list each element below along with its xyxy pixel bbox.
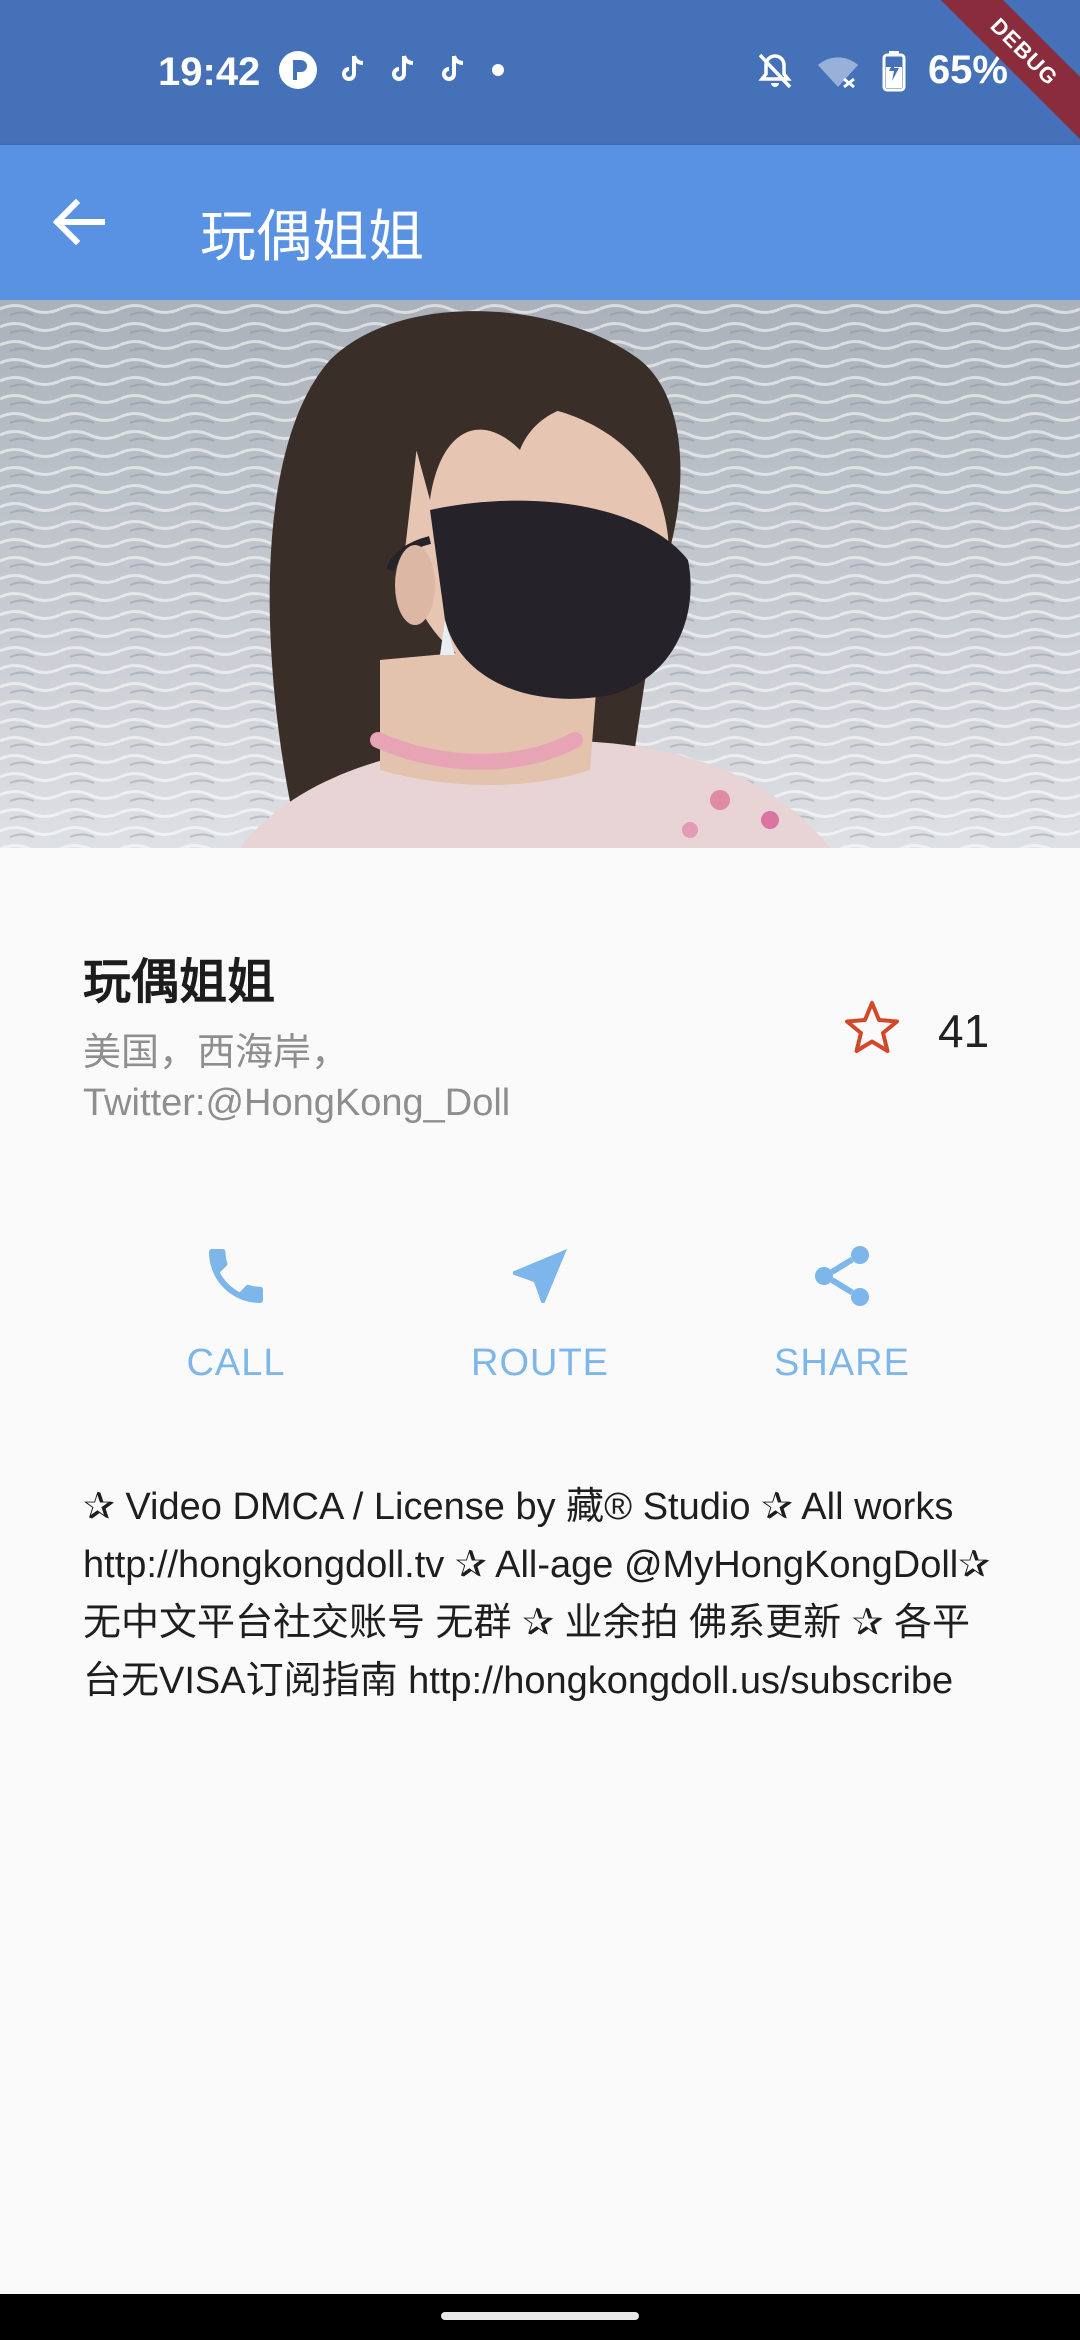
call-button[interactable]: CALL <box>116 1240 356 1385</box>
home-gesture-handle[interactable] <box>441 2312 639 2320</box>
notifications-off-icon <box>758 53 792 88</box>
route-label: ROUTE <box>471 1342 609 1384</box>
favorite-count: 41 <box>938 1005 990 1057</box>
route-button[interactable]: ROUTE <box>420 1240 660 1385</box>
star-outline-icon[interactable] <box>842 998 902 1058</box>
wifi-icon <box>817 56 858 88</box>
tiktok-icon <box>342 55 364 81</box>
page-title: 玩偶姐姐 <box>200 205 424 268</box>
status-time: 19:42 <box>158 50 261 94</box>
share-icon <box>815 1246 869 1306</box>
back-button[interactable] <box>44 187 114 257</box>
status-bar: 19:42 65% DEBUG <box>0 0 1080 153</box>
battery-charging-icon <box>882 50 906 91</box>
notification-icons <box>278 50 506 90</box>
phone-icon <box>209 1249 263 1303</box>
profile-location: 美国，西海岸，Twitter:@HongKong_Doll <box>83 1032 511 1124</box>
dot-icon <box>492 64 504 76</box>
tiktok-icon <box>442 55 464 81</box>
app-bar: 玩偶姐姐 <box>0 145 1080 300</box>
p-app-icon <box>279 51 317 89</box>
tiktok-icon <box>392 55 414 81</box>
profile-description: ✰ Video DMCA / License by 藏® Studio ✰ Al… <box>83 1486 991 1702</box>
system-icons: 65% <box>756 48 1008 93</box>
profile-name: 玩偶姐姐 <box>83 956 276 1009</box>
profile-hero-image <box>0 300 1080 848</box>
system-nav-bar <box>0 2294 1080 2340</box>
share-button[interactable]: SHARE <box>722 1240 962 1385</box>
share-label: SHARE <box>774 1342 910 1384</box>
navigation-icon <box>513 1249 567 1303</box>
arrow-back-icon <box>52 198 105 246</box>
call-label: CALL <box>186 1342 286 1384</box>
